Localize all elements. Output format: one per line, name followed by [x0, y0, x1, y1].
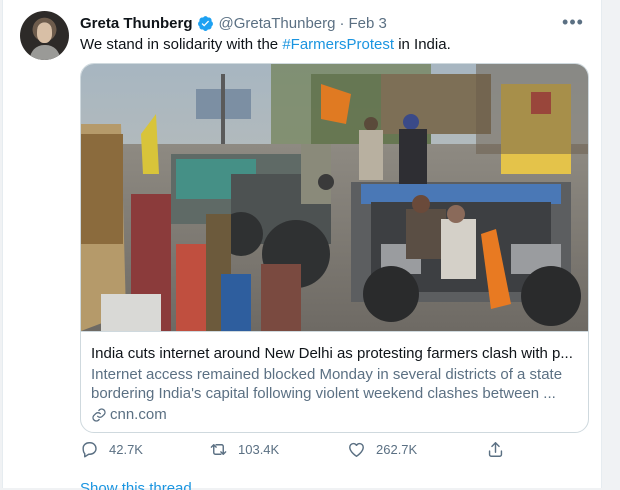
avatar-face: [37, 23, 52, 43]
like-count: 262.7K: [376, 442, 418, 457]
tweet-date[interactable]: Feb 3: [348, 15, 386, 32]
retweet-button[interactable]: 103.4K: [209, 440, 279, 459]
separator-dot: ·: [339, 14, 345, 32]
tweet-text: We stand in solidarity with the #Farmers…: [80, 35, 451, 55]
like-button[interactable]: 262.7K: [347, 440, 417, 459]
retweet-count: 103.4K: [238, 442, 280, 457]
card-title: India cuts internet around New Delhi as …: [91, 345, 573, 362]
verified-badge-icon: [197, 15, 213, 31]
tweet-text-after: in India.: [394, 36, 451, 53]
reply-button[interactable]: 42.7K: [80, 440, 143, 459]
like-icon: [349, 442, 364, 457]
reply-count: 42.7K: [109, 442, 143, 457]
tweet-text-before: We stand in solidarity with the: [80, 36, 283, 53]
card-photo: [81, 64, 588, 332]
card-body[interactable]: India cuts internet around New Delhi as …: [81, 332, 588, 432]
more-icon[interactable]: •••: [561, 10, 585, 34]
tweet-header: Greta Thunberg @GretaThunberg · Feb 3: [80, 13, 387, 33]
reply-icon: [82, 442, 97, 458]
tweet-card[interactable]: Greta Thunberg @GretaThunberg · Feb 3 ••…: [2, 0, 602, 490]
share-icon: [488, 442, 503, 457]
card-domain-text: cnn.com: [110, 406, 167, 423]
share-button[interactable]: [486, 440, 515, 459]
author-handle[interactable]: @GretaThunberg: [219, 15, 336, 32]
show-thread-link[interactable]: Show this thread: [80, 480, 192, 490]
retweet-icon: [210, 444, 227, 455]
card-domain: cnn.com: [91, 405, 167, 425]
author-name[interactable]: Greta Thunberg: [80, 15, 193, 32]
card-description: Internet access remained blocked Monday …: [91, 366, 563, 402]
hashtag-link[interactable]: #FarmersProtest: [282, 36, 394, 53]
link-icon: [92, 408, 106, 422]
link-preview-card[interactable]: India cuts internet around New Delhi as …: [80, 63, 589, 433]
avatar[interactable]: [20, 11, 69, 60]
avatar-shirt: [30, 45, 60, 60]
tweet-actions: 42.7K 103.4K 262.7K: [80, 440, 530, 464]
